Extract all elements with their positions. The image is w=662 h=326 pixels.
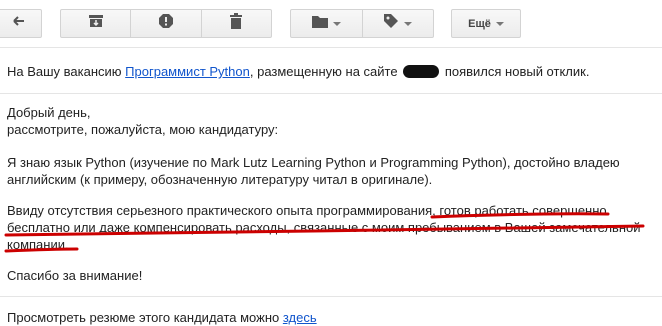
intro-prefix: На Вашу вакансию bbox=[7, 64, 126, 79]
action-button-group bbox=[60, 9, 272, 38]
report-spam-button[interactable] bbox=[130, 10, 200, 37]
resume-prefix: Просмотреть резюме этого кандидата можно bbox=[7, 310, 283, 325]
thanks-line: Спасибо за внимание! bbox=[7, 268, 143, 283]
archive-icon bbox=[88, 14, 104, 33]
delete-button[interactable] bbox=[200, 10, 271, 37]
offer-line-2: бесплатно или даже компенсировать расход… bbox=[7, 220, 641, 235]
offer-line-1: Ввиду отсутствия серьезного практическог… bbox=[7, 202, 607, 219]
vacancy-link[interactable]: Программист Python bbox=[125, 64, 250, 79]
intro-suffix: появился новый отклик. bbox=[441, 64, 590, 79]
chevron-down-icon bbox=[404, 21, 413, 26]
request-line: рассмотрите, пожалуйста, мою кандидатуру… bbox=[7, 122, 279, 137]
trash-icon bbox=[229, 13, 243, 34]
labels-button[interactable] bbox=[361, 10, 434, 37]
back-button[interactable] bbox=[0, 9, 42, 38]
chevron-down-icon bbox=[332, 21, 341, 26]
offer-highlight: готов работать совершенно bbox=[439, 203, 607, 218]
footer-divider bbox=[0, 296, 662, 297]
intro-line: На Вашу вакансию Программист Python, раз… bbox=[7, 63, 589, 80]
chevron-down-icon bbox=[495, 21, 504, 26]
intro-middle: , размещенную на сайте bbox=[249, 64, 398, 79]
header-divider bbox=[0, 47, 662, 48]
back-arrow-icon bbox=[11, 14, 27, 33]
resume-link[interactable]: здесь bbox=[283, 310, 317, 325]
organize-button-group bbox=[290, 9, 434, 38]
more-button-label: Ещё bbox=[468, 17, 491, 30]
archive-button[interactable] bbox=[61, 10, 130, 37]
label-tag-icon bbox=[383, 13, 399, 34]
more-button[interactable]: Ещё bbox=[451, 9, 521, 38]
skills-line-1: Я знаю язык Python (изучение по Mark Lut… bbox=[7, 155, 620, 170]
resume-line: Просмотреть резюме этого кандидата можно… bbox=[7, 309, 317, 326]
toolbar: Ещё bbox=[0, 0, 662, 44]
body-divider bbox=[0, 93, 662, 94]
offer-line-3: компании. bbox=[7, 237, 69, 252]
redacted-site-name bbox=[403, 65, 440, 78]
offer-line-1-prefix: Ввиду отсутствия серьезного практическог… bbox=[7, 203, 440, 218]
report-spam-icon bbox=[158, 13, 174, 34]
greeting: Добрый день, bbox=[7, 105, 91, 120]
skills-line-2: английским (к примеру, обозначенную лите… bbox=[7, 172, 433, 187]
move-to-button[interactable] bbox=[291, 10, 362, 37]
folder-icon bbox=[311, 15, 328, 33]
